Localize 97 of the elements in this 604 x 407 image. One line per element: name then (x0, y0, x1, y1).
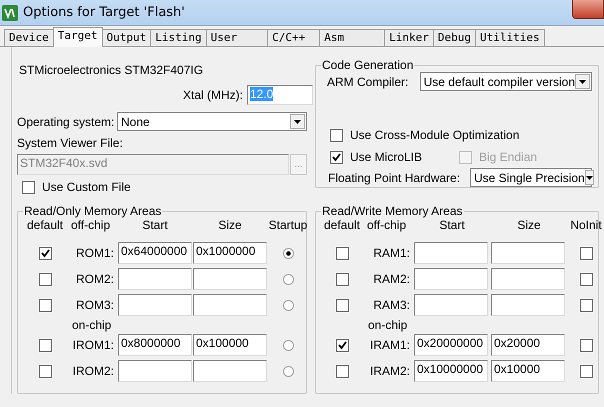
checkbox[interactable] (38, 298, 52, 312)
dropdown-arrow-icon (294, 120, 301, 124)
size-field[interactable] (193, 294, 267, 316)
start-field[interactable] (118, 268, 192, 290)
start-field[interactable]: 0x10000000 (414, 360, 488, 382)
checkbox[interactable] (330, 150, 343, 164)
memory-name: RAM2: (373, 272, 410, 286)
dropdown-arrow-icon (586, 176, 593, 180)
memory-name: IROM1: (72, 338, 114, 352)
checkbox[interactable] (580, 298, 592, 312)
checkbox[interactable] (580, 364, 592, 378)
xtal-label: Xtal (MHz): (183, 88, 243, 102)
memory-name: ROM2: (76, 272, 114, 286)
size-field[interactable] (491, 242, 565, 264)
column-header: off-chip (70, 218, 112, 232)
column-header: Startup (268, 218, 308, 232)
window-title: Options for Target 'Flash' (23, 5, 185, 20)
size-field[interactable]: 0x100000 (193, 334, 267, 356)
memory-name: IRAM2: (370, 364, 410, 378)
column-header: Size (217, 218, 243, 232)
section-label: on-chip (71, 318, 112, 332)
memory-name: RAM1: (373, 246, 410, 260)
compiler-label: ARM Compiler: (326, 74, 410, 88)
start-field[interactable] (118, 360, 192, 382)
checkbox[interactable] (22, 180, 35, 194)
column-header: Size (516, 218, 542, 232)
start-field[interactable]: 0x64000000 (118, 242, 192, 264)
memory-name: IROM2: (72, 364, 114, 378)
tab[interactable]: Listing (150, 29, 207, 46)
checkbox[interactable] (580, 272, 592, 286)
column-header: default (322, 218, 362, 232)
radio-button[interactable] (282, 340, 294, 350)
close-button[interactable] (572, 0, 604, 18)
memory-name: RAM3: (373, 298, 410, 312)
checkbox[interactable] (580, 246, 592, 260)
size-field[interactable] (193, 360, 267, 382)
checkbox-label: Use MicroLIB (350, 150, 424, 164)
device-name: STMicroelectronics STM32F407IG (19, 63, 204, 77)
memory-name: ROM3: (76, 298, 114, 312)
svf-label: System Viewer File: (17, 136, 124, 150)
checkbox[interactable] (580, 338, 592, 352)
size-field[interactable] (491, 268, 565, 290)
size-field[interactable]: 0x20000 (491, 334, 565, 356)
start-field[interactable]: 0x20000000 (414, 334, 488, 356)
checkbox[interactable] (336, 272, 348, 286)
size-field[interactable]: 0x1000000 (193, 242, 267, 264)
tab[interactable]: Device (4, 29, 54, 46)
group-title: Code Generation (321, 58, 414, 72)
column-header: default (26, 218, 64, 232)
checkbox[interactable] (330, 128, 343, 142)
os-label: Operating system: (17, 114, 116, 128)
checkbox[interactable] (38, 246, 52, 260)
memory-name: ROM1: (76, 246, 114, 260)
os-dropdown[interactable]: None (117, 112, 307, 131)
radio-button[interactable] (282, 274, 294, 284)
checkbox[interactable] (336, 298, 348, 312)
checkbox[interactable] (38, 272, 52, 286)
checkbox-label: Use Cross-Module Optimization (350, 128, 520, 142)
checkbox[interactable] (336, 338, 348, 352)
column-header: Start (141, 218, 169, 232)
radio-button[interactable] (282, 300, 294, 310)
tab[interactable]: User (206, 29, 268, 46)
size-field[interactable] (491, 294, 565, 316)
checkbox[interactable] (336, 364, 348, 378)
start-field[interactable]: 0x8000000 (118, 334, 192, 356)
checkbox-label: Use Custom File (42, 180, 131, 194)
tab[interactable]: Target (52, 27, 102, 47)
radio-button[interactable] (282, 366, 294, 376)
group-title: Read/Only Memory Areas (23, 204, 162, 218)
column-header: off-chip (366, 218, 408, 232)
dropdown-arrow-icon (579, 80, 586, 84)
start-field[interactable] (414, 294, 488, 316)
start-field[interactable] (118, 294, 192, 316)
checkbox[interactable] (38, 338, 52, 352)
tab[interactable]: Output (102, 29, 152, 46)
compiler-dropdown[interactable]: Use default compiler version (420, 72, 592, 91)
checkbox-label: Big Endian (479, 150, 538, 164)
tab[interactable]: Debug (432, 29, 476, 46)
section-label: on-chip (367, 318, 408, 332)
start-field[interactable] (414, 242, 488, 264)
column-header: Start (438, 218, 466, 232)
radio-button[interactable] (282, 248, 294, 258)
checkbox[interactable] (38, 364, 52, 378)
size-field[interactable] (193, 268, 267, 290)
tab[interactable]: Utilities (474, 29, 545, 46)
checkbox[interactable] (336, 246, 348, 260)
memory-name: IRAM1: (370, 338, 410, 352)
column-header: NoInit (569, 218, 603, 232)
start-field[interactable] (414, 268, 488, 290)
size-field[interactable]: 0x10000 (491, 360, 565, 382)
tab[interactable]: Linker (384, 29, 434, 46)
group-title: Read/Write Memory Areas (321, 204, 464, 218)
tab[interactable]: Asm (319, 29, 386, 46)
fpu-label: Floating Point Hardware: (327, 170, 462, 184)
fpu-dropdown[interactable]: Use Single Precision (470, 168, 592, 187)
app-icon (2, 4, 18, 20)
tab[interactable]: C/C++ (267, 29, 320, 46)
